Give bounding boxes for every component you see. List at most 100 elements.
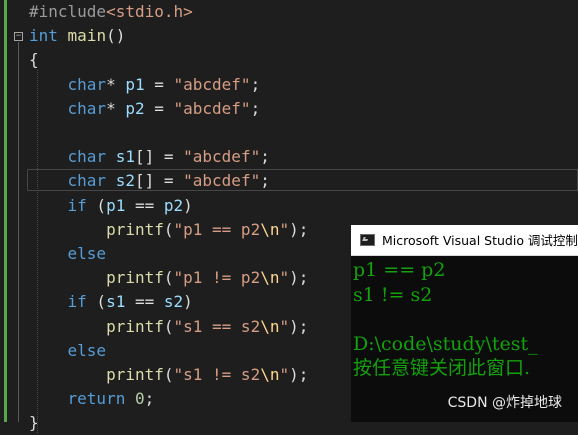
code-token: { (29, 50, 39, 70)
outline-line (18, 42, 19, 423)
code-token: "abcdef" (173, 74, 251, 94)
code-token: "p1 == p2 (173, 219, 261, 239)
code-token: ); (289, 365, 309, 384)
code-token: ( (86, 292, 107, 312)
code-token: p1 (106, 195, 126, 215)
collapse-toggle-icon[interactable]: − (14, 32, 23, 42)
indent-guide (37, 70, 38, 434)
code-token: \n (260, 316, 280, 336)
code-token: [] = (134, 147, 184, 167)
code-token: if (67, 292, 87, 312)
code-token: #include (29, 2, 107, 21)
console-output-line: p1 == p2 (353, 259, 446, 281)
code-token: int (29, 26, 58, 46)
code-line[interactable]: int main() (29, 24, 125, 48)
code-token: ( (163, 316, 174, 336)
code-token: s1 (106, 292, 126, 312)
code-token: = (144, 74, 174, 94)
code-token: main (67, 26, 107, 46)
code-token: \n (260, 219, 280, 239)
code-token: ( (86, 195, 107, 215)
code-line[interactable]: char* p1 = "abcdef"; (29, 73, 261, 97)
code-token: else (67, 340, 107, 360)
code-token: <stdio.h> (106, 2, 193, 21)
code-token: ; (144, 389, 155, 409)
code-token: " (279, 365, 290, 384)
code-token: == (125, 195, 164, 215)
code-token: "s1 == s2 (173, 316, 261, 336)
watermark: CSDN @炸掉地球 (447, 395, 562, 411)
code-line[interactable]: printf("p1 != p2\n"); (29, 266, 308, 290)
code-token: "s1 != s2 (173, 365, 261, 384)
code-token: ); (289, 268, 309, 288)
code-token: \n (260, 268, 280, 288)
console-output-line: D:\code\study\test_ (353, 332, 538, 355)
code-token: " (279, 316, 290, 336)
code-line[interactable]: return 0; (29, 387, 155, 411)
code-token: " (279, 219, 290, 239)
code-line[interactable]: char s1[] = "abcdef"; (29, 145, 270, 169)
code-token: " (279, 268, 290, 288)
code-token: printf (106, 268, 164, 288)
code-token: == (125, 292, 164, 312)
code-line[interactable]: if (p1 == p2) (29, 194, 193, 218)
code-token: if (67, 195, 87, 215)
code-token: ; (250, 74, 261, 94)
code-line[interactable]: printf("s1 == s2\n"); (29, 315, 308, 339)
code-token: s1 (115, 147, 135, 167)
code-token: \n (260, 365, 280, 384)
console-titlebar[interactable]: Microsoft Visual Studio 调试控制台 (351, 225, 578, 256)
code-token: () (106, 26, 126, 46)
code-token: char (67, 74, 107, 94)
code-line[interactable]: { (29, 48, 39, 72)
code-token: ( (163, 219, 174, 239)
code-token: printf (106, 365, 164, 384)
code-token: = (144, 98, 174, 118)
console-output-line: 按任意键关闭此窗口. (353, 357, 531, 379)
code-token: printf (106, 219, 164, 239)
code-token: p2 (125, 98, 145, 118)
code-token: ); (289, 316, 309, 336)
code-token: p1 (125, 74, 145, 94)
code-token: ; (250, 98, 261, 118)
code-line[interactable]: char* p2 = "abcdef"; (29, 97, 261, 121)
code-line[interactable]: printf("s1 != s2\n"); (29, 363, 308, 387)
code-token: char (67, 147, 107, 167)
code-token: "abcdef" (173, 98, 251, 118)
console-app-icon (360, 234, 375, 246)
code-token: p2 (163, 195, 184, 215)
code-token: return (67, 389, 126, 409)
code-token: "p1 != p2 (173, 268, 261, 288)
code-token: ( (163, 268, 174, 288)
code-token: ); (289, 219, 309, 239)
code-token: else (67, 244, 107, 263)
code-token: s2 (163, 292, 184, 312)
code-token: ) (183, 292, 193, 312)
code-token: ( (163, 365, 174, 384)
current-line-highlight (27, 169, 578, 191)
code-token: char (67, 98, 107, 118)
code-line[interactable]: if (s1 == s2) (29, 290, 193, 314)
console-output-line: s1 != s2 (353, 283, 433, 306)
code-line[interactable]: #include<stdio.h> (29, 0, 193, 24)
code-line[interactable]: printf("p1 == p2\n"); (29, 218, 308, 242)
code-line[interactable]: else (29, 339, 107, 363)
code-token: ) (183, 195, 193, 215)
code-token: 0 (134, 389, 145, 409)
code-token: "abcdef" (183, 147, 261, 167)
code-line[interactable]: else (29, 242, 107, 266)
code-token: * (106, 98, 126, 118)
